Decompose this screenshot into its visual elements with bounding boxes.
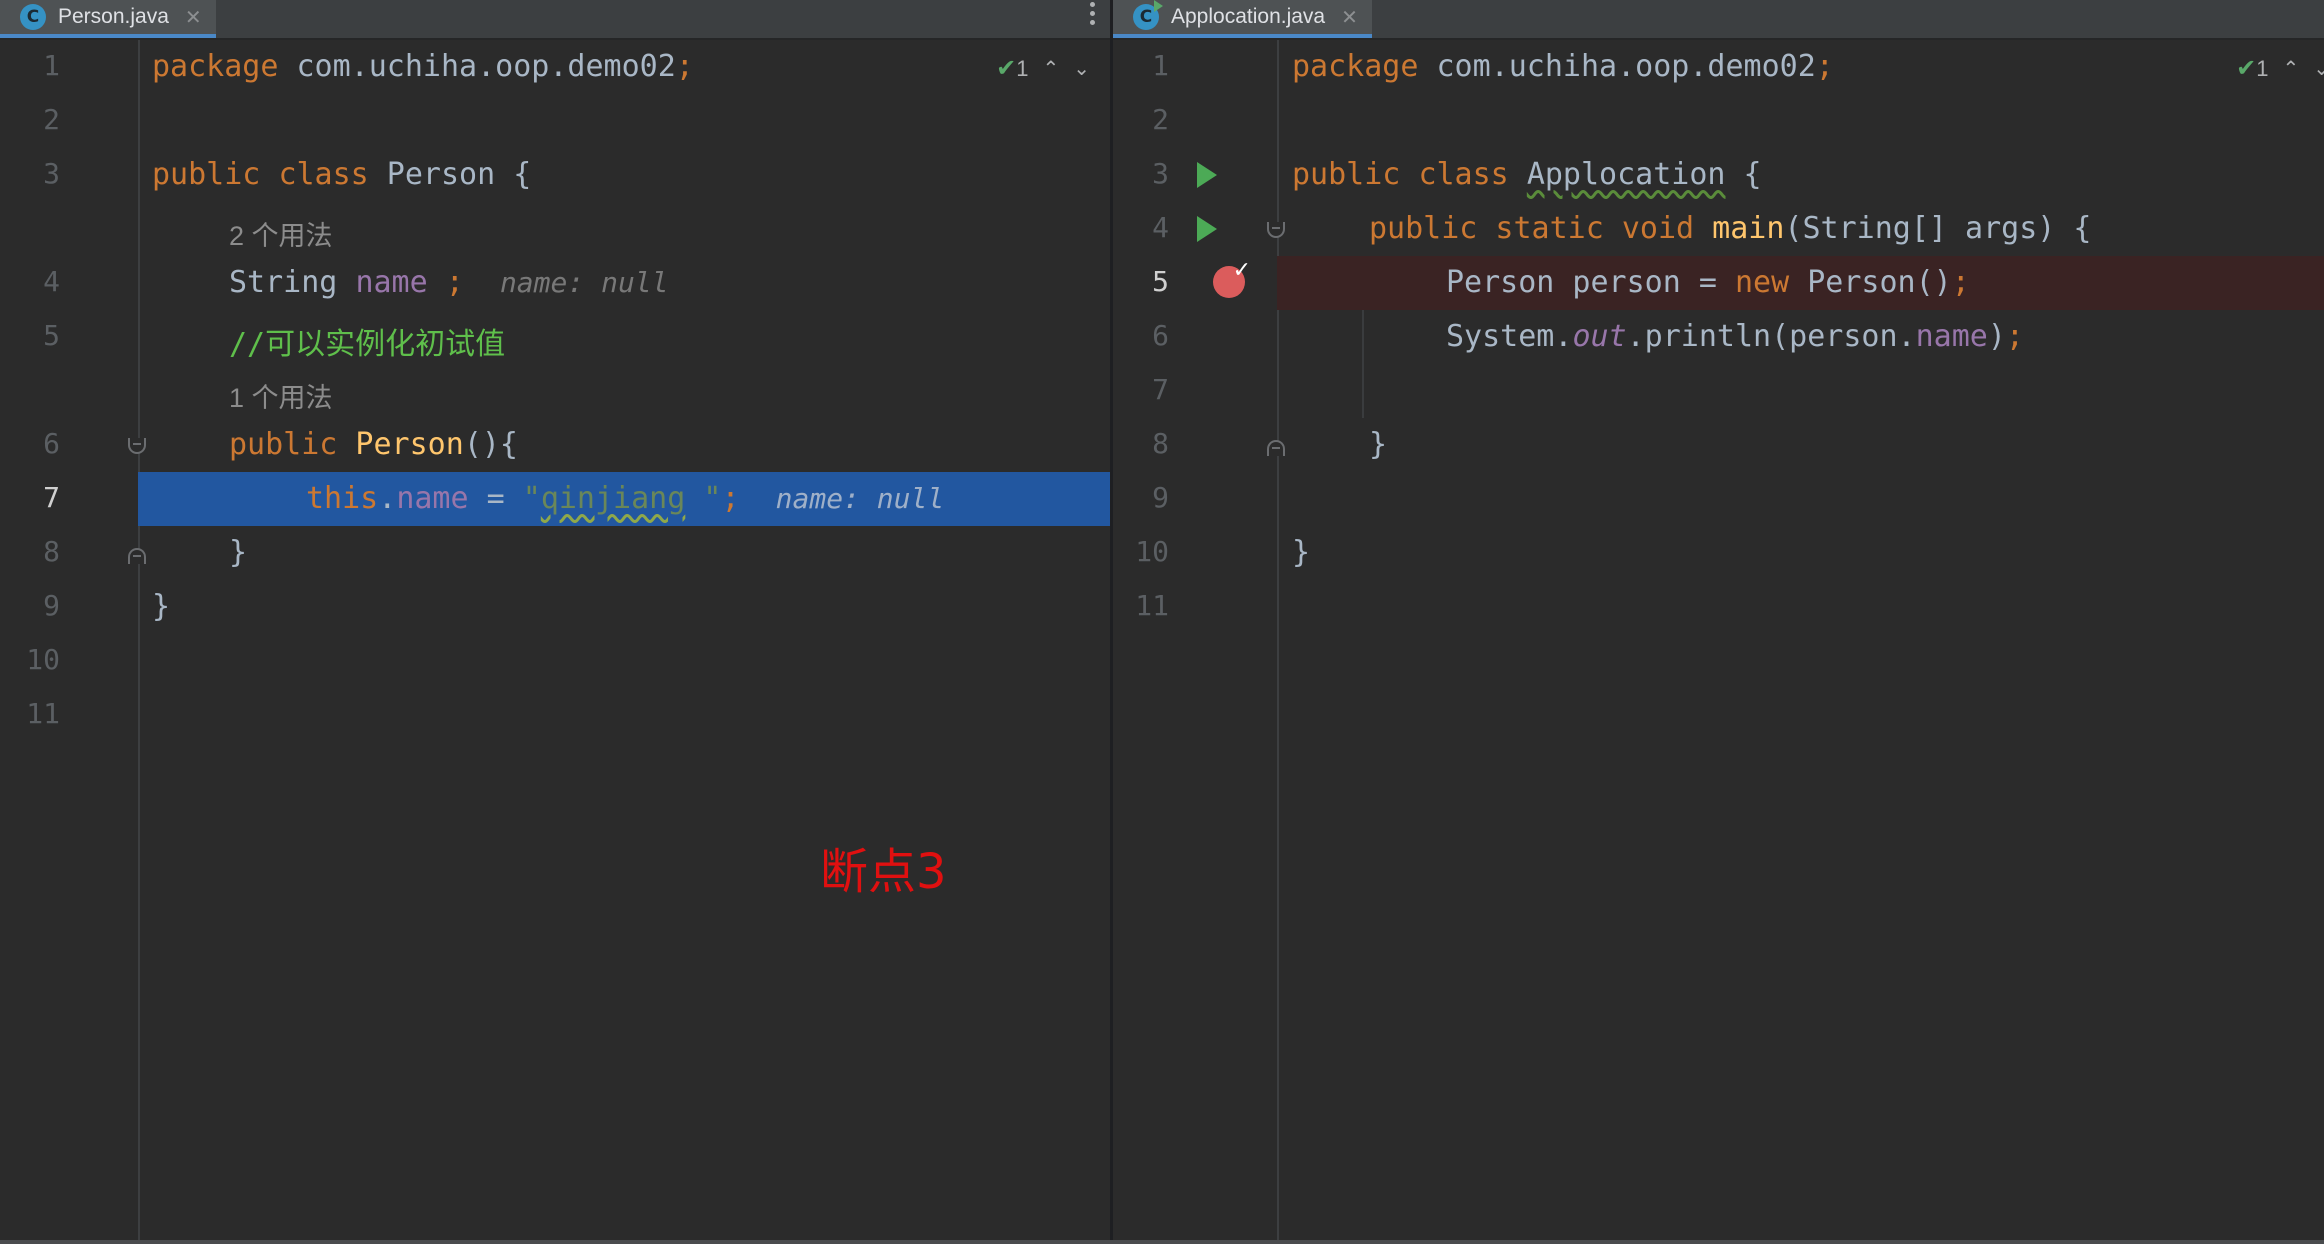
close-icon[interactable]: ✕: [185, 5, 202, 30]
line-number: 9: [43, 589, 60, 622]
line-number: 1: [1152, 49, 1169, 82]
code-text: package com.uchiha.oop.demo02;: [152, 49, 694, 84]
code-comment: //可以实例化初试值: [229, 327, 506, 362]
line-number: 10: [26, 643, 60, 676]
usages-hint[interactable]: 1 个用法: [229, 376, 333, 415]
code-line: 8 }: [1113, 418, 2324, 472]
code-text: public class Applocation {: [1292, 157, 1762, 192]
code-text: this.name = "qinjiang "; name: null: [306, 481, 945, 516]
fold-icon[interactable]: [128, 438, 146, 454]
code-line: 9 }: [0, 580, 1110, 634]
line-number: 8: [43, 535, 60, 568]
line-number: 9: [1152, 481, 1169, 514]
code-line: 1 package com.uchiha.oop.demo02;: [1113, 40, 2324, 94]
code-line: 10 }: [1113, 526, 2324, 580]
code-line: 11: [1113, 580, 2324, 634]
line-number: 6: [43, 427, 60, 460]
code-line: 1 package com.uchiha.oop.demo02;: [0, 40, 1110, 94]
tab-label: Person.java: [58, 5, 169, 28]
line-number: 5: [1152, 265, 1169, 298]
code-line: 10: [0, 634, 1110, 688]
code-text: public Person(){: [229, 427, 518, 462]
code-line: 7: [1113, 364, 2324, 418]
code-text: public static void main(String[] args) {: [1369, 211, 2092, 246]
code-text: public class Person {: [152, 157, 532, 192]
code-line-gutter: 5 ✓: [1113, 256, 1277, 310]
tab-person-java[interactable]: C Person.java ✕: [0, 0, 216, 38]
right-editor-pane: C Applocation.java ✕ ✔1 ⌃ ⌄ 1 package co…: [1113, 0, 2324, 1244]
tab-applocation-java[interactable]: C Applocation.java ✕: [1113, 0, 1372, 38]
right-tab-bar: C Applocation.java ✕: [1113, 0, 2324, 40]
inline-value: name: null: [499, 266, 669, 299]
code-text: String name ; name: null: [229, 265, 669, 300]
left-code-editor[interactable]: ✔1 ⌃ ⌄ 1 package com.uchiha.oop.demo02; …: [0, 40, 1110, 1244]
line-number: 11: [1135, 589, 1169, 622]
code-line: 8 }: [0, 526, 1110, 580]
line-number: 4: [1152, 211, 1169, 244]
code-line: 6 System.out.println(person.name);: [1113, 310, 2324, 364]
line-number: 10: [1135, 535, 1169, 568]
left-editor-pane: C Person.java ✕ ✔1 ⌃ ⌄ 1 package com.uch…: [0, 0, 1110, 1244]
current-execution-line: this.name = "qinjiang "; name: null: [138, 472, 1110, 526]
code-text: Person person = new Person();: [1446, 265, 1970, 300]
code-text: }: [152, 589, 171, 624]
fold-icon[interactable]: [1267, 222, 1285, 238]
code-text: System.out.println(person.name);: [1446, 319, 2024, 354]
more-vertical-icon[interactable]: [1088, 2, 1096, 25]
code-line: 5 //可以实例化初试值: [0, 310, 1110, 364]
line-number: 7: [43, 481, 60, 514]
breakpoint-annotation: 断点3: [820, 844, 947, 900]
code-line: 3 public class Applocation {: [1113, 148, 2324, 202]
code-line: 9: [1113, 472, 2324, 526]
code-text: }: [1292, 535, 1311, 570]
code-line: 4 public static void main(String[] args)…: [1113, 202, 2324, 256]
code-text: package com.uchiha.oop.demo02;: [1292, 49, 1834, 84]
inline-value: name: null: [775, 482, 945, 515]
line-number: 3: [43, 157, 60, 190]
code-line: 11: [0, 688, 1110, 742]
line-number: 2: [1152, 103, 1169, 136]
line-number: 4: [43, 265, 60, 298]
line-number: 2: [43, 103, 60, 136]
usage-hint-line: 1 个用法: [0, 364, 1110, 418]
code-text: }: [229, 535, 248, 570]
code-line-gutter: 7: [0, 472, 138, 526]
code-line: 2: [0, 94, 1110, 148]
line-number: 7: [1152, 373, 1169, 406]
runnable-class-icon: C: [1133, 0, 1163, 30]
line-number: 5: [43, 319, 60, 352]
breakpoint-line: Person person = new Person();: [1277, 256, 2324, 310]
fold-icon[interactable]: [1267, 440, 1285, 456]
right-code-editor[interactable]: ✔1 ⌃ ⌄ 1 package com.uchiha.oop.demo02; …: [1113, 40, 2324, 1244]
line-number: 6: [1152, 319, 1169, 352]
bottom-border: [0, 1240, 2324, 1244]
close-icon[interactable]: ✕: [1341, 5, 1358, 30]
run-icon[interactable]: [1197, 162, 1217, 188]
code-text: }: [1369, 427, 1388, 462]
code-line: 2: [1113, 94, 2324, 148]
run-icon[interactable]: [1197, 216, 1217, 242]
line-number: 1: [43, 49, 60, 82]
line-number: 3: [1152, 157, 1169, 190]
check-icon: ✓: [1232, 258, 1251, 283]
class-icon: C: [20, 4, 46, 30]
fold-icon[interactable]: [128, 548, 146, 564]
line-number: 8: [1152, 427, 1169, 460]
left-tab-bar: C Person.java ✕: [0, 0, 1110, 40]
line-number: 11: [26, 697, 60, 730]
code-line: 6 public Person(){: [0, 418, 1110, 472]
code-line: 3 public class Person {: [0, 148, 1110, 202]
tab-label: Applocation.java: [1171, 5, 1326, 28]
code-line: 4 String name ; name: null: [0, 256, 1110, 310]
usages-hint[interactable]: 2 个用法: [229, 214, 333, 253]
usage-hint-line: 2 个用法: [0, 202, 1110, 256]
breakpoint-icon[interactable]: ✓: [1213, 258, 1251, 298]
